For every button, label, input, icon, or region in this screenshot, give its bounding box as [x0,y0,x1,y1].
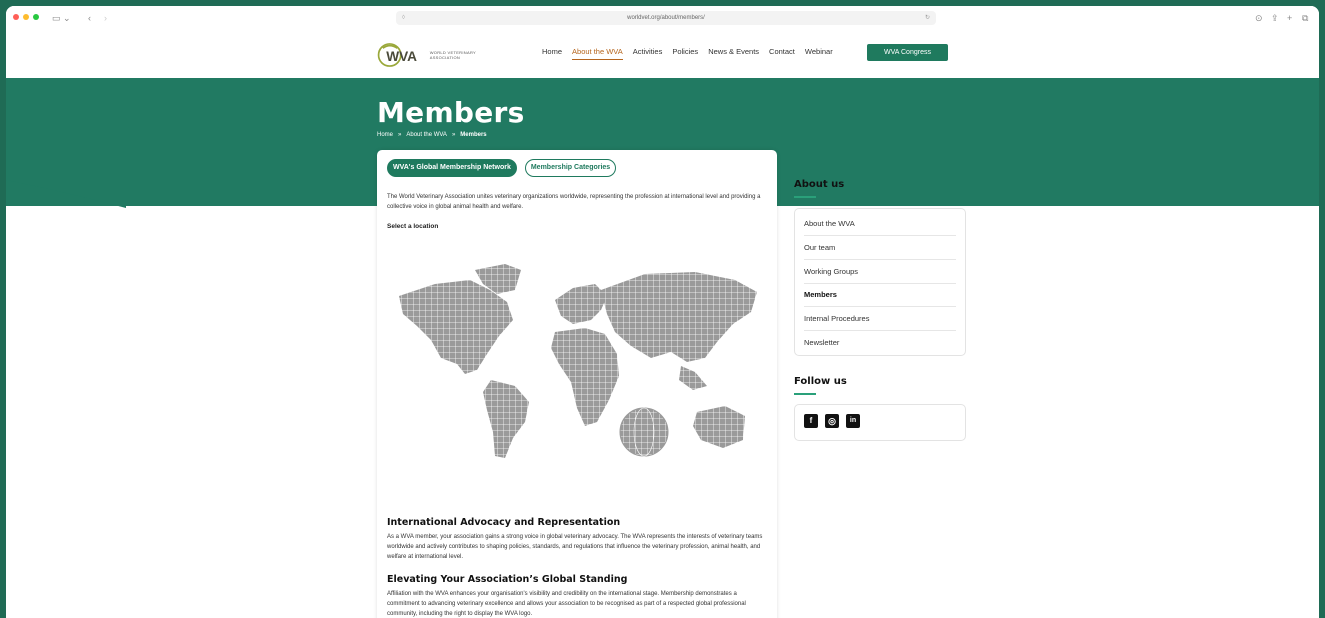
breadcrumb: Home » About the WVA » Members [377,132,487,138]
members-card: WVA's Global Membership Network Membersh… [377,150,777,618]
wva-logo-mark: WVA [377,43,417,67]
sidebar-toggle-icon[interactable]: ▭ ⌄ [52,11,71,25]
map-asia [601,272,757,362]
svg-text:WVA: WVA [386,49,417,64]
sidebar-item-our-team[interactable]: Our team [804,236,956,260]
instagram-icon[interactable]: ◎ [825,414,839,428]
map-australia [693,406,745,448]
nav-webinar[interactable]: Webinar [805,44,833,60]
breadcrumb-home[interactable]: Home [377,132,393,138]
main-nav: Home About the WVA Activities Policies N… [542,44,843,60]
world-map[interactable] [395,262,761,464]
site-header: WVA WORLD VETERINARY ASSOCIATION Home Ab… [6,30,1319,78]
hero-wave-edge [6,172,126,208]
section-heading-advocacy: International Advocacy and Representatio… [387,517,621,528]
follow-us-heading: Follow us [794,376,847,387]
close-window-button[interactable] [13,14,19,20]
browser-toolbar: ▭ ⌄ ‹ › ◊ worldvet.org/about/members/ ↻ … [6,6,1319,30]
sidebar-item-members[interactable]: Members [804,283,956,307]
breadcrumb-current: Members [460,132,487,138]
url-text: worldvet.org/about/members/ [627,15,705,21]
select-location-label: Select a location [387,223,439,230]
tab-overview-icon[interactable]: ⧉ [1302,11,1308,25]
about-us-menu: About the WVA Our team Working Groups Me… [794,208,966,356]
minimize-window-button[interactable] [23,14,29,20]
browser-window: ▭ ⌄ ‹ › ◊ worldvet.org/about/members/ ↻ … [6,6,1319,618]
forward-arrow-icon[interactable]: › [104,11,107,25]
intro-text: The World Veterinary Association unites … [387,194,761,210]
nav-news-events[interactable]: News & Events [708,44,759,60]
members-tabs: WVA's Global Membership Network Membersh… [387,159,617,177]
logo-wordmark: WORLD VETERINARY ASSOCIATION [429,50,476,60]
nav-policies[interactable]: Policies [672,44,698,60]
window-controls [13,14,39,20]
tab-global-membership-network[interactable]: WVA's Global Membership Network [387,159,517,177]
follow-us-underline [794,393,816,395]
reload-icon[interactable]: ↻ [925,11,930,25]
map-north-america [399,280,513,374]
about-us-heading: About us [794,179,845,190]
address-bar[interactable]: ◊ worldvet.org/about/members/ ↻ [396,11,936,25]
tab-membership-categories[interactable]: Membership Categories [524,159,617,177]
nav-about-the-wva[interactable]: About the WVA [572,45,623,60]
nav-contact[interactable]: Contact [769,44,795,60]
breadcrumb-separator: » [451,132,456,138]
nav-home[interactable]: Home [542,44,562,60]
new-tab-icon[interactable]: + [1287,11,1292,25]
page-title: Members [377,96,525,129]
map-africa [551,328,619,426]
globe-icon [619,407,669,457]
social-links-box: f ◎ in [794,404,966,441]
wva-congress-button[interactable]: WVA Congress [867,44,948,61]
breadcrumb-about[interactable]: About the WVA [406,132,447,138]
about-us-underline [794,196,816,198]
section-body-advocacy: As a WVA member, your association gains … [387,534,763,560]
wva-logo[interactable]: WVA WORLD VETERINARY ASSOCIATION [376,38,496,72]
map-southeast-asia [679,366,707,390]
nav-activities[interactable]: Activities [633,44,663,60]
sidebar-item-working-groups[interactable]: Working Groups [804,260,956,284]
sidebar-item-about-the-wva[interactable]: About the WVA [804,212,956,236]
privacy-shield-icon: ◊ [402,15,405,21]
download-icon[interactable]: ⊙ [1255,11,1263,25]
sidebar-item-internal-procedures[interactable]: Internal Procedures [804,307,956,331]
facebook-icon[interactable]: f [804,414,818,428]
section-heading-global-standing: Elevating Your Association’s Global Stan… [387,574,628,585]
sidebar-item-newsletter[interactable]: Newsletter [804,331,956,355]
section-body-global-standing: Affiliation with the WVA enhances your o… [387,591,746,617]
breadcrumb-separator: » [398,132,402,138]
zoom-window-button[interactable] [33,14,39,20]
linkedin-icon[interactable]: in [846,414,860,428]
share-icon[interactable]: ⇪ [1271,11,1279,25]
back-arrow-icon[interactable]: ‹ [88,11,91,25]
map-south-america [483,380,529,458]
map-europe [555,284,607,324]
